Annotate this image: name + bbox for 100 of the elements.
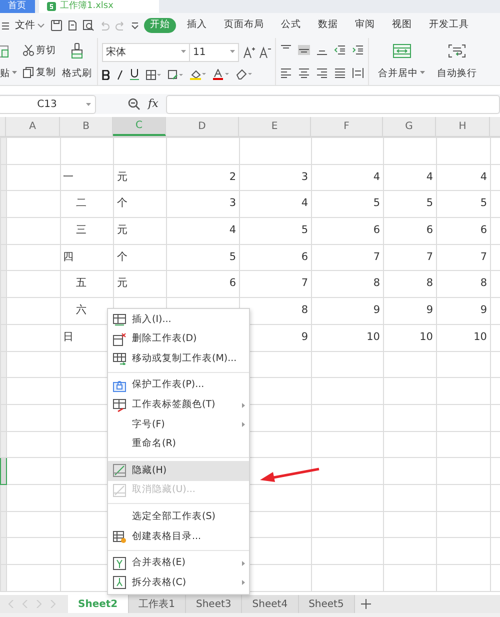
menu-item[interactable]: 工作表标签颜色(T) [108,395,249,415]
column-header[interactable]: A [6,117,60,136]
align-right-icon[interactable] [316,68,328,78]
distributed-icon[interactable] [352,68,364,78]
table-cell: 8 [426,277,433,290]
table-cell: 10 [420,330,433,343]
ribbon-tab[interactable]: 页面布局 [218,18,270,33]
sheet-tab[interactable]: Sheet4 [242,595,299,613]
caret-icon [86,102,91,106]
column-header[interactable]: D [166,117,239,136]
eraser-icon[interactable] [236,69,252,80]
cell-style-icon[interactable] [168,70,183,80]
merge-center-button[interactable]: 合并居中 [377,68,426,80]
sheet-tab[interactable]: Sheet3 [186,595,242,613]
spreadsheet-icon [47,2,56,11]
column-header[interactable]: E [239,117,311,136]
function-label[interactable]: fx [148,96,158,112]
ribbon-tab[interactable]: 审阅 [349,18,381,33]
menu-item[interactable]: 拆分表格(C) [108,573,249,593]
submenu-arrow-icon [242,560,245,566]
table-cell: 9 [373,304,380,316]
formula-input[interactable] [166,94,500,114]
menu-item[interactable]: 插入(I)... [108,310,249,330]
menu-item[interactable]: 字号(F) [108,414,249,435]
move-copy-icon [113,352,126,366]
caret-icon [181,50,186,54]
italic-icon[interactable] [117,70,123,80]
menu-item[interactable]: 移动或复制工作表(M)... [108,349,249,369]
column-header[interactable]: F [311,117,383,136]
tab-color-icon [113,398,126,412]
name-box[interactable]: C13 [0,94,96,114]
font-size-value: 11 [193,46,206,60]
zoom-icon[interactable] [128,98,140,110]
font-color-icon[interactable] [213,69,229,80]
align-center-icon[interactable] [298,68,310,78]
underline-icon[interactable] [130,69,139,80]
column-header[interactable]: H [436,117,490,136]
table-cell: 个 [117,250,128,263]
align-left-icon[interactable] [280,68,292,78]
table-cell: 9 [426,304,433,316]
unhide-sheet-icon [113,484,126,498]
dropdown-icon[interactable] [131,22,139,30]
table-cell: 4 [301,197,308,210]
menu-item[interactable]: 删除工作表(D) [108,330,249,350]
font-select[interactable]: 宋体 [102,42,190,62]
table-cell: 7 [480,250,487,263]
print-preview-icon[interactable] [83,20,94,31]
menu-item[interactable]: 合并表格(E) [108,554,249,574]
table-cell: 4 [373,170,380,183]
table-cell: 个 [117,197,128,210]
table-cell: 日 [63,330,74,343]
copy-icon [23,67,34,78]
copy-button[interactable]: 复制 [22,67,57,78]
menu-item[interactable]: 保护工作表(P)... [108,376,249,396]
increase-font-icon[interactable] [243,46,255,58]
menu-item[interactable]: 创建表格目录... [108,526,249,547]
table-cell: 5 [229,250,236,263]
bold-icon[interactable] [102,70,110,80]
table-cell: 4 [480,170,487,183]
table-cell: 六 [76,304,87,316]
sheet-tab[interactable]: Sheet5 [298,595,355,613]
submenu-arrow-icon [242,422,245,428]
app-tab[interactable]: 首页 [0,0,35,13]
menu-item[interactable]: 选定全部工作表(S) [108,507,249,527]
ribbon-tab[interactable]: 公式 [275,18,307,33]
ribbon-tab[interactable]: 开发工具 [423,18,475,33]
justify-icon[interactable] [334,68,346,78]
menu-item[interactable]: 隐藏(H) [108,461,249,481]
scissors-icon [23,44,34,56]
add-sheet-icon[interactable] [360,599,371,609]
menu-item[interactable]: 重命名(R) [108,434,249,454]
insert-icon [113,313,126,326]
submenu-arrow-icon [242,402,245,408]
table-cell: 5 [373,197,380,210]
sheet-tab[interactable]: 工作表1 [128,595,186,613]
menu-icon[interactable] [2,22,9,30]
table-cell: 6 [426,224,433,236]
wrap-text-button[interactable]: 自动换行 [436,68,478,80]
font-size-select[interactable]: 11 [189,42,239,62]
format-painter-button[interactable]: 格式刷 [61,68,93,80]
cut-button[interactable]: 剪切 [22,44,57,56]
annotation-arrow [259,466,321,484]
file-menu[interactable]: 文件 [14,20,46,32]
increase-indent-icon[interactable] [352,45,364,56]
export-icon[interactable] [67,20,78,31]
ribbon-tab[interactable]: 插入 [181,18,213,33]
paste-button[interactable]: 贴 [0,68,18,80]
save-icon[interactable] [51,20,62,31]
decrease-indent-icon[interactable] [334,45,346,56]
borders-icon[interactable] [146,70,161,80]
fill-color-icon[interactable] [190,69,206,80]
ribbon-tab[interactable]: 数据 [312,18,344,33]
table-cell: 3 [229,197,236,210]
table-cell: 9 [301,330,308,343]
ribbon-tab[interactable]: 视图 [386,18,418,33]
align-middle-icon[interactable] [298,45,310,56]
column-header[interactable]: G [383,117,436,136]
table-cell: 一 [63,170,74,183]
table-cell: 10 [474,330,487,343]
decrease-font-icon[interactable] [259,46,271,58]
